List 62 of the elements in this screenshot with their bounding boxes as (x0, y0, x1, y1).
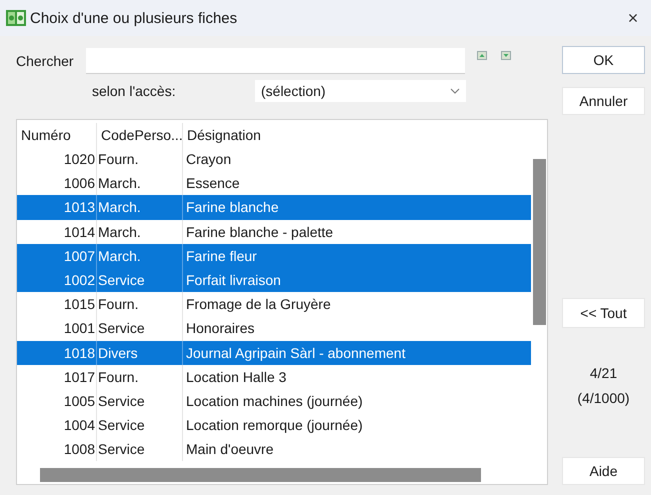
search-label: Chercher (16, 53, 75, 69)
table-cell-text: Farine blanche (185, 198, 280, 218)
table-cell: Service (97, 413, 183, 438)
table-cell-text: Fromage de la Gruyère (185, 295, 332, 314)
list-row[interactable]: 1018 Divers Journal Agripain Sàrl - abonnement (17, 340, 531, 365)
table-cell-text: Location remorque (journée) (185, 416, 364, 436)
total-count: (4/1000) (577, 390, 630, 406)
search-field[interactable] (86, 48, 465, 74)
list-row[interactable]: 1007 March. Farine fleur (17, 244, 531, 268)
table-cell: Service (97, 268, 183, 292)
table-cell: 1015 (17, 292, 97, 316)
table-cell: Divers (97, 340, 183, 365)
table-cell: March. (97, 195, 183, 220)
arrow-down-icon[interactable] (501, 51, 511, 60)
list-row[interactable]: 1017 Fourn. Location Halle 3 (17, 364, 531, 389)
table-cell: Service (97, 437, 183, 462)
table-cell: 1002 (17, 268, 97, 292)
ok-button[interactable]: OK (562, 46, 645, 74)
selection-count: 4/21 (590, 365, 618, 381)
scrollbar-thumb[interactable] (40, 468, 481, 482)
column-header[interactable]: Désignation (183, 123, 531, 147)
table-cell: Fourn. (97, 147, 183, 172)
cancel-button[interactable]: Annuler (562, 87, 645, 115)
list-row[interactable]: 1002 Service Forfait livraison (17, 268, 531, 292)
list-row[interactable]: 1020 Fourn. Crayon (17, 147, 531, 172)
column-header[interactable]: CodePerso... (97, 123, 183, 147)
list-row[interactable]: 1015 Fourn. Fromage de la Gruyère (17, 292, 531, 316)
table-cell-text: Location Halle 3 (185, 368, 288, 387)
table-cell-text: Farine blanche - palette (185, 222, 334, 242)
access-dropdown[interactable]: (sélection) (255, 80, 466, 102)
scrollbar-thumb[interactable] (532, 159, 546, 325)
table-cell-text: Essence (185, 174, 241, 194)
list-row[interactable]: 1013 March. Farine blanche (17, 195, 531, 220)
table-cell: 1005 (17, 388, 97, 414)
list-row[interactable]: 1004 Service Location remorque (journée) (17, 413, 531, 438)
table-cell: 1008 (17, 437, 97, 462)
chevron-down-icon (450, 88, 460, 94)
table-cell: 1020 (17, 147, 97, 172)
table-cell: Fourn. (97, 292, 183, 316)
table-cell-text: Honoraires (185, 319, 256, 338)
show-all-button[interactable]: << Tout (562, 298, 645, 328)
column-header[interactable]: Numéro (17, 123, 97, 147)
list-row[interactable]: 1008 Service Main d'oeuvre (17, 437, 531, 462)
table-cell: 1017 (17, 364, 97, 389)
window-title: Choix d'une ou plusieurs fiches (30, 10, 238, 26)
list-row[interactable]: 1005 Service Location machines (journée) (17, 388, 531, 414)
access-label: selon l'accès: (91, 83, 177, 99)
arrow-up-icon[interactable] (477, 51, 487, 60)
help-button[interactable]: Aide (562, 457, 645, 485)
table-cell-text: Forfait livraison (185, 271, 282, 290)
close-button[interactable]: × (623, 8, 643, 28)
table-cell: 1013 (17, 195, 97, 220)
table-cell-text: Farine fleur (185, 246, 258, 266)
table-cell-text: Journal Agripain Sàrl - abonnement (185, 344, 406, 363)
table-cell: Fourn. (97, 364, 183, 389)
table-cell: 1004 (17, 413, 97, 438)
table-cell-text: Main d'oeuvre (185, 440, 274, 460)
table-cell-text: Location machines (journée) (185, 392, 364, 411)
table-cell: Service (97, 388, 183, 414)
app-icon (6, 9, 26, 27)
table-cell: 1018 (17, 340, 97, 365)
table-cell-text: Crayon (185, 150, 232, 170)
